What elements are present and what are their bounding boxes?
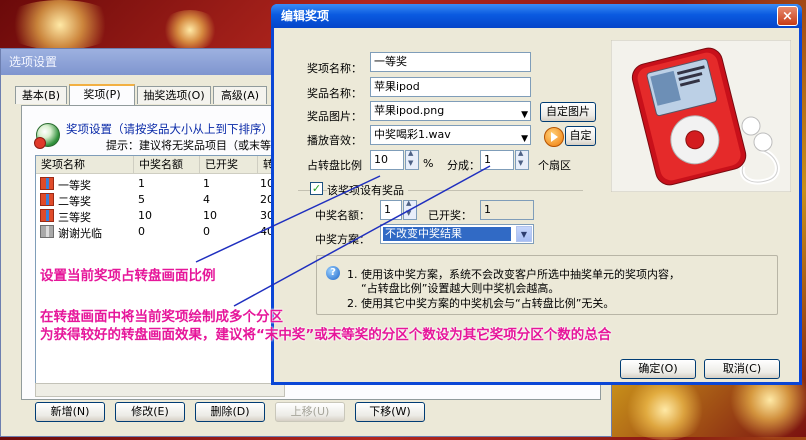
image-select-value: 苹果ipod.png	[374, 104, 445, 117]
tab-prizes[interactable]: 奖项(P)	[69, 84, 135, 105]
dialog-title: 编辑奖项	[281, 9, 330, 23]
move-up-button[interactable]: 上移(U)	[275, 402, 345, 422]
prize-name-input[interactable]: 一等奖	[370, 52, 531, 72]
row-prize-name: 一等奖	[58, 179, 91, 192]
close-button[interactable]: ×	[777, 6, 798, 26]
plan-label: 中奖方案：	[315, 233, 370, 246]
add-prize-button[interactable]: 新增(N)	[35, 402, 105, 422]
row-opened: 0	[203, 225, 210, 238]
plan-select[interactable]: 不改变中奖结果 ▼	[380, 224, 534, 244]
item-name-label: 奖品名称：	[307, 87, 362, 100]
annotation-note-advice: 为获得较好的转盘画面效果，建议将“末中奖”或末等奖的分区个数设为其它奖项分区个数…	[40, 327, 612, 343]
column-header-prize-name[interactable]: 奖项名称	[36, 156, 134, 174]
sections-stepper[interactable]	[515, 149, 529, 170]
sections-label: 分成：	[447, 159, 480, 172]
edit-prize-button[interactable]: 修改(E)	[115, 402, 185, 422]
earbud-icon	[753, 132, 773, 152]
row-quota: 5	[138, 193, 145, 206]
background-sparkle	[160, 10, 220, 50]
row-prize-name: 谢谢光临	[58, 227, 102, 240]
prize-settings-icon	[34, 123, 60, 149]
tab-advanced[interactable]: 高级(A)	[213, 86, 267, 104]
table-row[interactable]: 二等奖 5 4 20	[36, 192, 286, 208]
table-row[interactable]: 一等奖 1 1 10	[36, 176, 286, 192]
chevron-down-icon: ▼	[521, 134, 528, 144]
tab-draw-options[interactable]: 抽奖选项(O)	[137, 86, 211, 104]
gift-icon	[40, 209, 54, 222]
info-line-3: 2. 使用其它中奖方案的中奖机会与“占转盘比例”无关。	[347, 297, 615, 310]
chevron-down-icon: ▼	[521, 110, 528, 120]
quota-stepper[interactable]	[403, 199, 417, 220]
annotation-note-sections: 在转盘画面中将当前奖项绘制成多个分区	[40, 309, 283, 325]
question-icon: ?	[326, 266, 340, 280]
prize-settings-hint: 提示：建议将无奖品项目（或末等奖）	[106, 139, 293, 152]
sound-select-value: 中奖喝彩1.wav	[374, 128, 451, 141]
background-sparkle	[0, 0, 120, 50]
earbud-icon	[741, 116, 761, 136]
prize-settings-title: 奖项设置（请按奖品大小从上到下排序）	[66, 122, 273, 136]
sections-input[interactable]: 1	[480, 150, 514, 170]
column-header-quota[interactable]: 中奖名额	[134, 156, 200, 174]
edit-prize-titlebar: 编辑奖项 ×	[271, 4, 802, 28]
chevron-down-icon[interactable]: ▼	[516, 226, 532, 242]
background-sparkle	[620, 380, 710, 440]
ratio-unit: %	[423, 157, 434, 170]
sections-unit: 个扇区	[538, 159, 571, 172]
prize-name-label: 奖项名称：	[307, 62, 362, 75]
quota-input[interactable]: 1	[380, 200, 402, 220]
info-line-2: “占转盘比例”设置越大则中奖机会越高。	[361, 282, 560, 295]
row-opened: 10	[203, 209, 217, 222]
prize-list-scrollbar[interactable]	[35, 383, 285, 397]
opened-value: 1	[480, 200, 534, 220]
image-select[interactable]: 苹果ipod.png ▼	[370, 101, 531, 121]
ratio-input[interactable]: 10	[370, 150, 404, 170]
sound-select[interactable]: 中奖喝彩1.wav ▼	[370, 125, 531, 145]
ratio-label: 占转盘比例	[307, 159, 362, 172]
custom-image-button[interactable]: 自定图片	[540, 102, 596, 122]
row-opened: 4	[203, 193, 210, 206]
gift-icon	[40, 177, 54, 190]
cancel-button[interactable]: 取消(C)	[704, 359, 780, 379]
delete-prize-button[interactable]: 删除(D)	[195, 402, 265, 422]
custom-sound-button[interactable]: 自定	[565, 126, 596, 146]
ok-button[interactable]: 确定(O)	[620, 359, 696, 379]
table-row[interactable]: 三等奖 10 10 30	[36, 208, 286, 224]
plan-select-value: 不改变中奖结果	[383, 227, 511, 241]
has-prize-label: 该奖项设有奖品	[327, 182, 408, 198]
column-header-opened[interactable]: 已开奖	[200, 156, 258, 174]
opened-label: 已开奖：	[428, 209, 472, 222]
plan-info-box: ? 1. 使用该中奖方案，系统不会改变客户所选中抽奖单元的奖项内容， “占转盘比…	[316, 255, 778, 315]
row-quota: 1	[138, 177, 145, 190]
image-label: 奖品图片：	[307, 110, 362, 123]
move-down-button[interactable]: 下移(W)	[355, 402, 425, 422]
has-prize-checkbox[interactable]: ✓	[310, 182, 323, 195]
annotation-note-ratio: 设置当前奖项占转盘画面比例	[40, 268, 216, 284]
play-sound-icon[interactable]	[544, 127, 564, 147]
row-quota: 0	[138, 225, 145, 238]
gift-icon	[40, 193, 54, 206]
item-name-input[interactable]: 苹果ipod	[370, 77, 531, 97]
row-opened: 1	[203, 177, 210, 190]
row-prize-name: 二等奖	[58, 195, 91, 208]
quota-label: 中奖名额：	[315, 209, 370, 222]
ratio-stepper[interactable]	[405, 149, 419, 170]
prize-image-preview	[611, 40, 791, 192]
sound-label: 播放音效：	[307, 134, 362, 147]
gift-gray-icon	[40, 225, 54, 238]
row-quota: 10	[138, 209, 152, 222]
table-row[interactable]: 谢谢光临 0 0 40	[36, 224, 286, 240]
row-prize-name: 三等奖	[58, 211, 91, 224]
tab-basic[interactable]: 基本(B)	[15, 86, 67, 104]
